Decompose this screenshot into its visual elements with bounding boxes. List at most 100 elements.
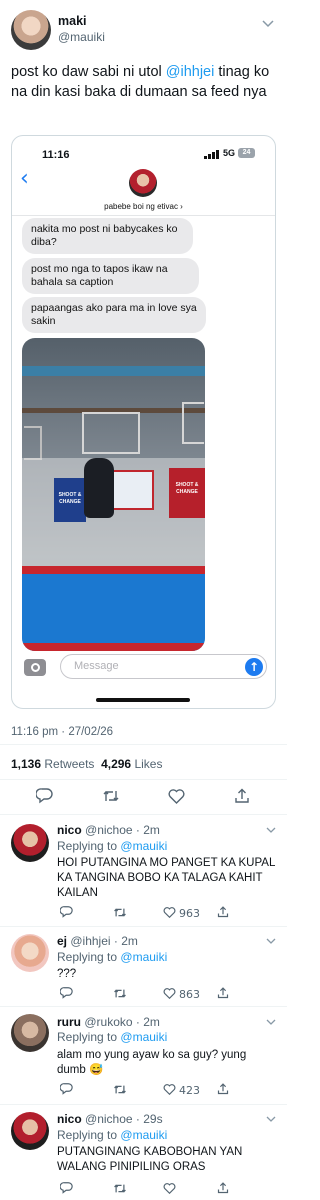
more-options-chevron-icon[interactable] xyxy=(262,20,274,31)
message-bubble: nakita mo post ni babycakes ko diba? xyxy=(22,218,193,254)
reply-like-count: 423 xyxy=(179,1084,200,1097)
status-bar-time: 11:16 xyxy=(42,149,70,161)
retweet-icon[interactable] xyxy=(113,1183,127,1194)
heart-icon[interactable] xyxy=(168,789,185,804)
share-icon[interactable] xyxy=(217,1182,229,1194)
replying-link[interactable]: @mauiki xyxy=(120,1128,167,1142)
divider xyxy=(0,1104,287,1105)
share-icon[interactable] xyxy=(217,987,229,999)
reply-name[interactable]: nico xyxy=(57,823,82,837)
reply-handle[interactable]: @rukoko xyxy=(84,1015,132,1029)
tweet-media-screenshot[interactable]: 11:16 5G 24 ‹ pabebe boi ng etivac › nak… xyxy=(11,135,276,709)
heart-icon[interactable] xyxy=(163,907,176,918)
retweet-icon[interactable] xyxy=(102,789,120,803)
reply-handle[interactable]: @nichoe xyxy=(85,823,133,837)
heart-icon[interactable] xyxy=(163,988,176,999)
divider xyxy=(0,814,287,815)
like-count[interactable]: 4,296 xyxy=(101,757,131,771)
replying-to: Replying to @mauiki xyxy=(57,950,167,964)
mention-link[interactable]: @ihhjei xyxy=(166,64,215,80)
message-bubble: papaangas ako para ma in love sya sakin xyxy=(22,297,206,333)
divider xyxy=(0,779,287,780)
retweet-label[interactable]: Retweets xyxy=(44,757,94,771)
reply-handle[interactable]: @ihhjei xyxy=(70,934,110,948)
reply-icon[interactable] xyxy=(60,1182,73,1194)
replying-link[interactable]: @mauiki xyxy=(120,950,167,964)
reply-icon[interactable] xyxy=(36,788,53,804)
retweet-count[interactable]: 1,136 xyxy=(11,757,41,771)
reply-time[interactable]: · 29s xyxy=(136,1112,163,1126)
message-placeholder: Message xyxy=(74,660,119,672)
share-icon[interactable] xyxy=(217,1083,229,1095)
reply-text: HOI PUTANGINA MO PANGET KA KUPAL KA TANG… xyxy=(57,857,275,899)
retweet-icon[interactable] xyxy=(113,1084,127,1095)
retweet-icon[interactable] xyxy=(113,907,127,918)
author-name[interactable]: maki xyxy=(58,14,87,28)
reply-like-count: 863 xyxy=(179,988,200,1001)
photo-banner xyxy=(110,470,154,510)
reply-icon[interactable] xyxy=(60,906,73,918)
reply-time[interactable]: · 2m xyxy=(114,934,138,948)
chevron-down-icon[interactable] xyxy=(266,827,276,834)
divider xyxy=(0,744,287,745)
reply-text: PUTANGINANG KABOBOHAN YAN WALANG PINIPIL… xyxy=(57,1146,243,1173)
replying-to: Replying to @mauiki xyxy=(57,1128,167,1142)
reply-time[interactable]: · 2m xyxy=(136,823,160,837)
share-icon[interactable] xyxy=(217,906,229,918)
reply-like-count: 963 xyxy=(179,907,200,920)
reply-header: ej @ihhjei · 2m xyxy=(57,934,138,948)
replying-to: Replying to @mauiki xyxy=(57,839,167,853)
reply-avatar[interactable] xyxy=(11,1112,49,1150)
replying-to: Replying to @mauiki xyxy=(57,1030,167,1044)
reply-header: ruru @rukoko · 2m xyxy=(57,1015,160,1029)
photo-banner-text: SHOOT & CHANGE xyxy=(175,482,199,495)
chevron-down-icon[interactable] xyxy=(266,1116,276,1123)
message-photo: SHOOT & CHANGE SHOOT & CHANGE xyxy=(22,338,205,651)
reply-text: alam mo yung ayaw ko sa guy? yung dumb 😅 xyxy=(57,1049,247,1076)
tweet-text-before: post ko daw sabi ni utol xyxy=(11,64,166,80)
photo-trampoline-pad xyxy=(22,643,205,651)
message-bubble: post mo nga to tapos ikaw na bahala sa c… xyxy=(22,258,199,294)
reply-avatar[interactable] xyxy=(11,1014,49,1052)
reply-name[interactable]: nico xyxy=(57,1112,82,1126)
reply-handle[interactable]: @nichoe xyxy=(85,1112,133,1126)
chevron-down-icon[interactable] xyxy=(266,938,276,945)
reply-icon[interactable] xyxy=(60,1083,73,1095)
reply-header: nico @nichoe · 29s xyxy=(57,1112,163,1126)
reply-time[interactable]: · 2m xyxy=(136,1015,160,1029)
home-indicator xyxy=(96,698,190,702)
camera-lens xyxy=(31,663,40,672)
photo-person xyxy=(84,458,114,518)
divider xyxy=(0,1006,287,1007)
author-avatar[interactable] xyxy=(11,10,51,50)
like-label[interactable]: Likes xyxy=(134,757,162,771)
replying-link[interactable]: @mauiki xyxy=(120,1030,167,1044)
reply-header: nico @nichoe · 2m xyxy=(57,823,160,837)
heart-icon[interactable] xyxy=(163,1183,176,1194)
network-type: 5G xyxy=(223,148,236,158)
reply-name[interactable]: ej xyxy=(57,934,67,948)
header-divider xyxy=(12,215,275,216)
contact-avatar xyxy=(129,169,157,197)
tweet-timestamp[interactable]: 11:16 pm · 27/02/26 xyxy=(11,726,113,738)
photo-trampoline xyxy=(22,566,205,651)
replying-label: Replying to xyxy=(57,1030,118,1044)
author-handle[interactable]: @mauiki xyxy=(58,30,105,44)
chevron-down-icon[interactable] xyxy=(266,1019,276,1026)
photo-backboard xyxy=(24,426,42,460)
replying-label: Replying to xyxy=(57,950,118,964)
reply-icon[interactable] xyxy=(60,987,73,999)
share-icon[interactable] xyxy=(234,788,250,804)
replying-label: Replying to xyxy=(57,1128,118,1142)
retweet-icon[interactable] xyxy=(113,988,127,999)
tweet-stats: 1,136 Retweets 4,296 Likes xyxy=(11,757,162,771)
reply-avatar[interactable] xyxy=(11,934,49,972)
photo-banner: SHOOT & CHANGE xyxy=(169,468,205,518)
heart-icon[interactable] xyxy=(163,1084,176,1095)
reply-avatar[interactable] xyxy=(11,824,49,862)
photo-ceiling-beam xyxy=(22,366,205,376)
photo-backboard xyxy=(182,402,204,444)
replying-link[interactable]: @mauiki xyxy=(120,839,167,853)
reply-name[interactable]: ruru xyxy=(57,1015,81,1029)
battery-icon: 24 xyxy=(238,148,255,158)
